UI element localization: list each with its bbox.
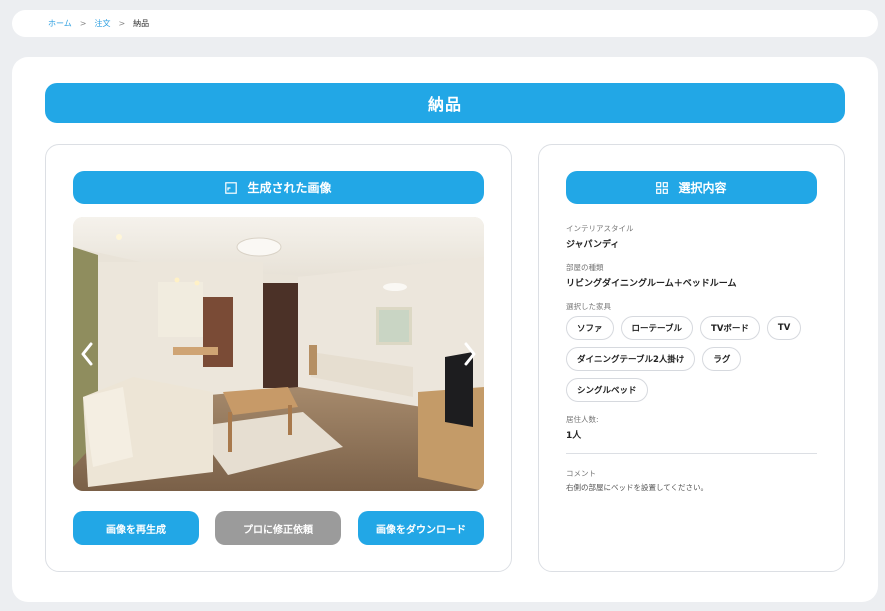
furniture-tag: ローテーブル <box>620 316 694 340</box>
room-type-label: 部屋の種類 <box>566 263 604 272</box>
generated-image-card: 生成された画像 画像を再生成 プロに修正依頼 画像をダウンロード <box>45 144 512 572</box>
breadcrumb-separator: > <box>79 19 87 28</box>
breadcrumb-current: 納品 <box>133 19 150 28</box>
request-pro-fix-button[interactable]: プロに修正依頼 <box>215 511 341 545</box>
interior-style-label: インテリアスタイル <box>566 224 634 233</box>
generated-image-header-text: 生成された画像 <box>247 181 332 195</box>
breadcrumb: ホーム > 注文 > 納品 <box>12 10 878 37</box>
furniture-tag: TV <box>766 316 802 340</box>
comment-label: コメント <box>566 469 596 478</box>
furniture-tag: ソファ <box>566 316 614 340</box>
interior-style-value: ジャパンディ <box>566 240 620 250</box>
selection-summary-header: 選択内容 <box>566 171 817 204</box>
page-title: 納品 <box>45 83 845 123</box>
selection-summary-card: 選択内容 インテリアスタイル ジャパンディ 部屋の種類 リビングダイニングルーム… <box>538 144 845 572</box>
furniture-tag: ラグ <box>702 347 742 371</box>
room-type-value: リビングダイニングルーム＋ベッドルーム <box>566 279 737 289</box>
furniture-tag: TVボード <box>700 316 760 340</box>
furniture-tag: シングルベッド <box>566 378 648 402</box>
breadcrumb-order-link[interactable]: 注文 <box>94 18 110 29</box>
grid-icon <box>656 181 669 194</box>
selection-details: インテリアスタイル ジャパンディ 部屋の種類 リビングダイニングルーム＋ベッドル… <box>566 223 817 493</box>
furniture-tag: ダイニングテーブル2人掛け <box>566 347 696 371</box>
chevron-right-icon <box>464 342 476 366</box>
chevron-left-icon <box>81 342 93 366</box>
page-title-text: 納品 <box>427 95 462 114</box>
room-render-illustration <box>73 217 484 491</box>
generated-room-image <box>73 217 484 491</box>
breadcrumb-home-link[interactable]: ホーム <box>48 18 72 29</box>
selection-summary-header-text: 選択内容 <box>678 181 727 195</box>
residents-label: 居住人数: <box>566 415 599 424</box>
comment-value: 右側の部屋にベッドを設置してください。 <box>566 483 709 492</box>
furniture-tag-list: ソファ ローテーブル TVボード TV ダイニングテーブル2人掛け ラグ シング… <box>566 316 806 402</box>
residents-value: 1人 <box>566 431 582 441</box>
download-image-button[interactable]: 画像をダウンロード <box>358 511 484 545</box>
previous-image-arrow[interactable] <box>76 339 98 369</box>
main-content: 納品 生成された画像 画像を再生成 プロに修正依頼 画像をダウンロード 選択内容… <box>12 57 878 602</box>
furniture-label: 選択した家具 <box>566 302 611 311</box>
regenerate-image-button[interactable]: 画像を再生成 <box>73 511 199 545</box>
breadcrumb-separator: > <box>118 19 126 28</box>
image-frame-icon <box>225 181 238 194</box>
next-image-arrow[interactable] <box>459 339 481 369</box>
generated-image-header: 生成された画像 <box>73 171 484 204</box>
section-divider <box>566 453 817 454</box>
